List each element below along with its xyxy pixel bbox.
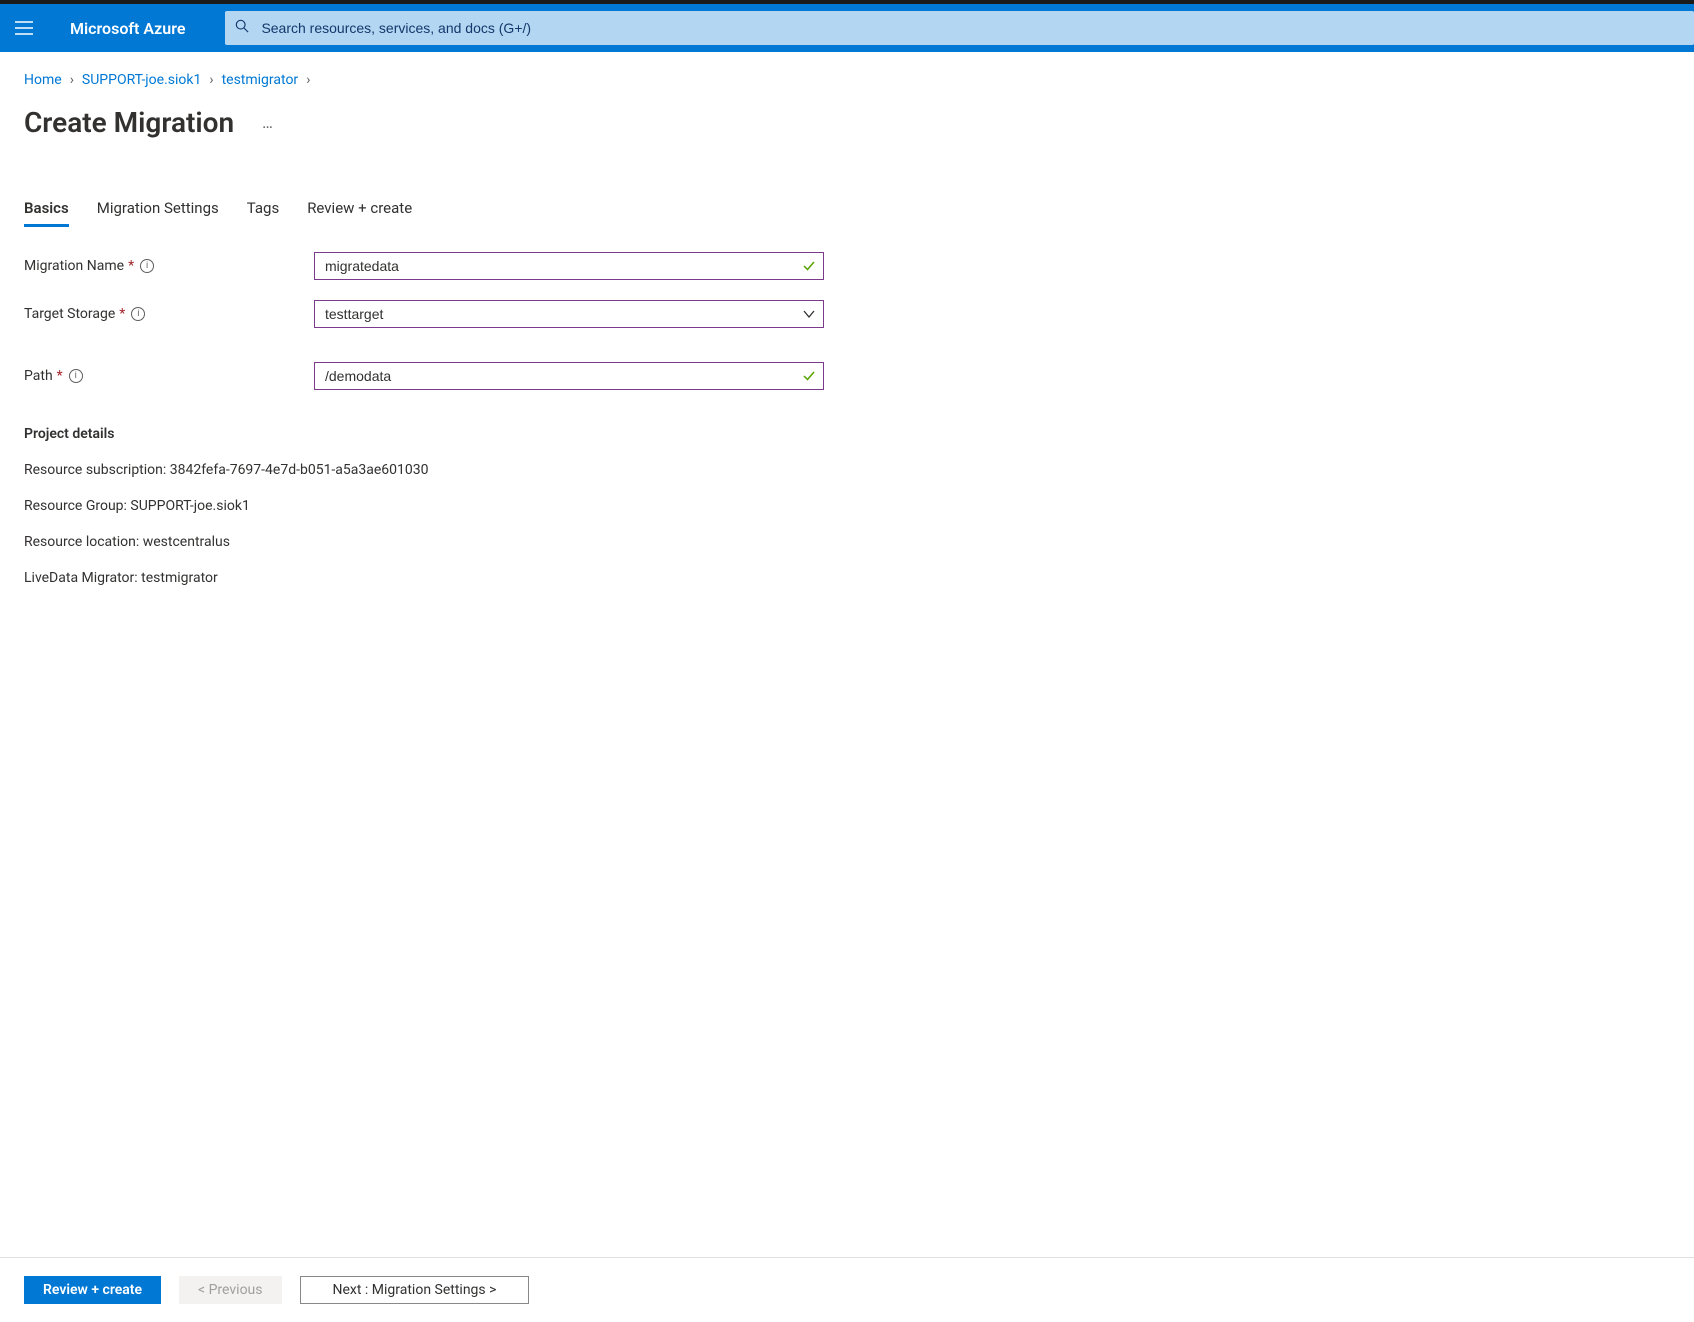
tabs: Basics Migration Settings Tags Review + …: [24, 195, 1670, 228]
check-icon: [802, 369, 816, 383]
breadcrumb-resource[interactable]: testmigrator: [222, 72, 299, 88]
global-search[interactable]: [225, 11, 1694, 45]
chevron-right-icon: ›: [209, 72, 213, 88]
breadcrumb-home[interactable]: Home: [24, 72, 62, 88]
tab-migration-settings[interactable]: Migration Settings: [97, 195, 219, 227]
path-label: Path * i: [24, 368, 314, 384]
breadcrumb: Home › SUPPORT-joe.siok1 › testmigrator …: [24, 52, 1670, 88]
migration-name-label: Migration Name * i: [24, 258, 314, 274]
path-input[interactable]: [314, 362, 824, 390]
tab-basics[interactable]: Basics: [24, 195, 69, 227]
detail-location: Resource location: westcentralus: [24, 534, 1670, 550]
wizard-footer: Review + create < Previous Next : Migrat…: [0, 1257, 1694, 1322]
tab-review-create[interactable]: Review + create: [307, 195, 412, 227]
search-icon: [235, 19, 259, 37]
chevron-right-icon: ›: [306, 72, 310, 88]
info-icon[interactable]: i: [140, 259, 154, 273]
detail-subscription: Resource subscription: 3842fefa-7697-4e7…: [24, 462, 1670, 478]
review-create-button[interactable]: Review + create: [24, 1276, 161, 1304]
search-input[interactable]: [259, 19, 1684, 37]
chevron-down-icon[interactable]: [802, 307, 816, 321]
brand-title[interactable]: Microsoft Azure: [70, 19, 185, 38]
target-storage-select[interactable]: [314, 300, 824, 328]
info-icon[interactable]: i: [69, 369, 83, 383]
breadcrumb-group[interactable]: SUPPORT-joe.siok1: [82, 72, 201, 88]
previous-button: < Previous: [179, 1276, 281, 1304]
required-icon: *: [119, 306, 125, 322]
required-icon: *: [57, 368, 63, 384]
top-bar: Microsoft Azure: [0, 4, 1694, 52]
target-storage-label: Target Storage * i: [24, 306, 314, 322]
chevron-right-icon: ›: [70, 72, 74, 88]
tab-tags[interactable]: Tags: [247, 195, 279, 227]
required-icon: *: [128, 258, 134, 274]
more-icon[interactable]: …: [262, 113, 275, 132]
project-details-heading: Project details: [24, 426, 1670, 442]
page-title: Create Migration: [24, 106, 234, 139]
check-icon: [802, 259, 816, 273]
next-button[interactable]: Next : Migration Settings >: [300, 1276, 530, 1304]
migration-name-input[interactable]: [314, 252, 824, 280]
detail-migrator: LiveData Migrator: testmigrator: [24, 570, 1670, 586]
detail-group: Resource Group: SUPPORT-joe.siok1: [24, 498, 1670, 514]
info-icon[interactable]: i: [131, 307, 145, 321]
menu-icon[interactable]: [0, 21, 48, 35]
